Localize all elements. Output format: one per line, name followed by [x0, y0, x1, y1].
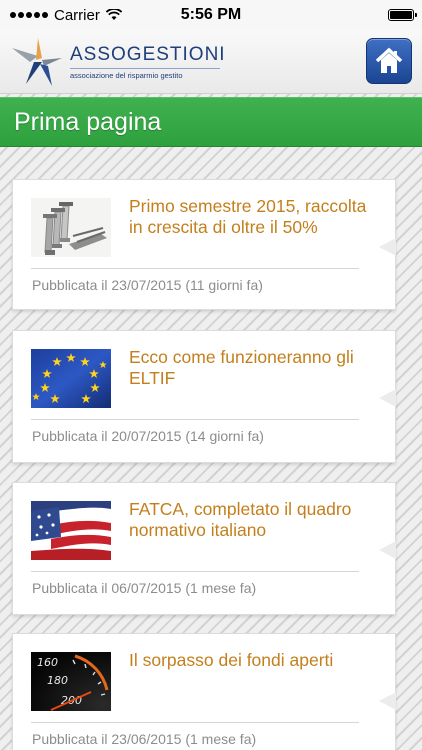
status-bar: Carrier 5:56 PM — [0, 0, 422, 30]
card-divider — [31, 268, 359, 269]
article-date: Pubblicata il 23/06/2015 (1 mese fa) — [32, 731, 257, 747]
article-title[interactable]: Ecco come funzioneranno gli ELTIF — [129, 347, 367, 389]
card-divider — [31, 419, 359, 420]
speed-tick-label: 180 — [47, 674, 68, 687]
brand-name: ASSOGESTIONI — [70, 44, 226, 65]
article-card[interactable]: 160 180 200 Il sorpasso dei fondi aperti… — [12, 633, 396, 750]
home-icon — [375, 47, 403, 73]
article-title[interactable]: Primo semestre 2015, raccolta in crescit… — [129, 196, 367, 238]
wifi-icon — [105, 9, 122, 20]
article-title[interactable]: Il sorpasso dei fondi aperti — [129, 650, 367, 671]
page-title: Prima pagina — [14, 108, 162, 136]
card-divider — [31, 571, 359, 572]
card-divider — [31, 722, 359, 723]
battery-icon — [388, 9, 417, 21]
assogestioni-logo: ASSOGESTIONI associazione del risparmio … — [8, 34, 238, 90]
signal-icon — [10, 12, 48, 18]
article-date: Pubblicata il 06/07/2015 (1 mese fa) — [32, 580, 257, 596]
home-button[interactable] — [366, 38, 412, 84]
article-card[interactable]: FATCA, completato il quadro normativo it… — [12, 482, 396, 615]
columns-image — [31, 198, 111, 257]
article-date: Pubblicata il 23/07/2015 (11 giorni fa) — [32, 277, 263, 293]
title-bar: Prima pagina — [0, 97, 422, 147]
speedometer-image: 160 180 200 — [31, 652, 111, 711]
logo-star-icon — [12, 38, 62, 86]
speed-tick-label: 160 — [37, 656, 58, 669]
article-card[interactable]: Ecco come funzioneranno gli ELTIF Pubbli… — [12, 330, 396, 463]
carrier-label: Carrier — [54, 6, 100, 24]
article-card[interactable]: Primo semestre 2015, raccolta in crescit… — [12, 179, 396, 310]
us-flag-image — [31, 501, 111, 560]
status-left: Carrier — [10, 7, 122, 24]
brand-header: ASSOGESTIONI associazione del risparmio … — [0, 30, 422, 94]
eu-flag-image — [31, 349, 111, 408]
brand-rule — [70, 68, 220, 69]
article-date: Pubblicata il 20/07/2015 (14 giorni fa) — [32, 428, 264, 444]
brand-tagline: associazione del risparmio gestito — [70, 71, 183, 80]
article-title[interactable]: FATCA, completato il quadro normativo it… — [129, 499, 367, 541]
